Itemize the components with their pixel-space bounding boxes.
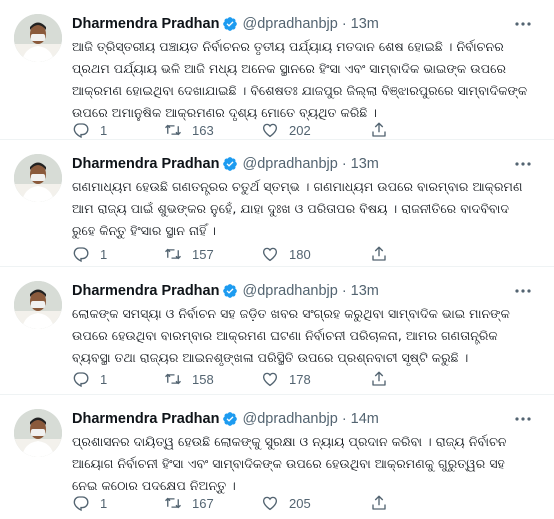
- retweet-count: 158: [192, 371, 214, 387]
- verified-badge-icon: [222, 411, 238, 427]
- retweet-count: 157: [192, 246, 214, 262]
- separator-dot: ·: [341, 156, 347, 172]
- more-options-icon[interactable]: [514, 412, 532, 426]
- reply-icon: [73, 496, 89, 512]
- share-button[interactable]: [370, 244, 388, 264]
- verified-badge-icon: [222, 156, 238, 172]
- retweet-button[interactable]: 163: [164, 120, 214, 140]
- reply-count: 1: [100, 122, 108, 138]
- author-handle[interactable]: @dpradhanbjp: [242, 156, 337, 172]
- tweet-actions: 1 157 180: [72, 244, 492, 264]
- like-icon: [262, 372, 278, 387]
- retweet-icon: [165, 124, 181, 136]
- reply-button[interactable]: 1: [72, 369, 107, 389]
- retweet-button[interactable]: 167: [164, 493, 214, 513]
- author-name[interactable]: Dharmendra Pradhan: [72, 411, 219, 427]
- reply-count: 1: [100, 495, 108, 511]
- avatar[interactable]: [14, 154, 62, 202]
- timestamp[interactable]: 13m: [351, 156, 379, 172]
- tweet-text: ପ୍ରଶାସନର ଦାୟିତ୍ୱ ହେଉଛି ଲୋକଙ୍କୁ ସୁରକ୍ଷା ଓ…: [72, 434, 507, 493]
- tweet[interactable]: Dharmendra Pradhan @dpradhanbjp · 13m ଆଜ…: [0, 0, 554, 140]
- retweet-icon: [165, 248, 181, 260]
- verified-badge-icon: [222, 283, 238, 299]
- tweet-text: ଆଜି ତ୍ରିସ୍ତରୀୟ ପଞ୍ଚାୟତ ନିର୍ବାଚନର ତୃତୀୟ ପ…: [72, 39, 528, 120]
- like-count: 178: [289, 371, 311, 387]
- avatar[interactable]: [14, 14, 62, 62]
- more-options-icon[interactable]: [514, 17, 532, 31]
- timestamp[interactable]: 13m: [351, 283, 379, 299]
- retweet-button[interactable]: 158: [164, 369, 214, 389]
- share-icon: [372, 122, 386, 137]
- author-name[interactable]: Dharmendra Pradhan: [72, 156, 219, 172]
- reply-icon: [73, 247, 89, 263]
- timestamp[interactable]: 13m: [351, 16, 379, 32]
- retweet-icon: [165, 373, 181, 385]
- author-name[interactable]: Dharmendra Pradhan: [72, 16, 219, 32]
- reply-button[interactable]: 1: [72, 493, 107, 513]
- tweet[interactable]: Dharmendra Pradhan @dpradhanbjp · 13m ଲୋ…: [0, 267, 554, 395]
- avatar[interactable]: [14, 409, 62, 457]
- verified-badge-icon: [222, 16, 238, 32]
- like-icon: [262, 123, 278, 138]
- more-options-icon[interactable]: [514, 284, 532, 298]
- retweet-count: 167: [192, 495, 214, 511]
- reply-icon: [73, 372, 89, 388]
- reply-count: 1: [100, 246, 108, 262]
- author-handle[interactable]: @dpradhanbjp: [242, 283, 337, 299]
- like-count: 205: [289, 495, 311, 511]
- retweet-button[interactable]: 157: [164, 244, 214, 264]
- like-count: 180: [289, 246, 311, 262]
- tweet[interactable]: Dharmendra Pradhan @dpradhanbjp · 13m ଗଣ…: [0, 140, 554, 267]
- share-button[interactable]: [370, 493, 388, 513]
- separator-dot: ·: [341, 16, 347, 32]
- reply-count: 1: [100, 371, 108, 387]
- share-icon: [372, 495, 386, 510]
- tweet-text: ଗଣମାଧ୍ୟମ ହେଉଛି ଗଣତନ୍ତ୍ରର ଚତୁର୍ଥ ସ୍ତମ୍ଭ ।…: [72, 179, 523, 238]
- share-button[interactable]: [370, 120, 388, 140]
- tweet-feed: Dharmendra Pradhan @dpradhanbjp · 13m ଆଜ…: [0, 0, 554, 519]
- author-handle[interactable]: @dpradhanbjp: [242, 411, 337, 427]
- tweet-actions: 1 163 202: [72, 120, 492, 140]
- share-button[interactable]: [370, 369, 388, 389]
- like-button[interactable]: 205: [261, 493, 311, 513]
- separator-dot: ·: [341, 411, 347, 427]
- like-icon: [262, 496, 278, 511]
- like-button[interactable]: 180: [261, 244, 311, 264]
- like-count: 202: [289, 122, 311, 138]
- retweet-icon: [165, 497, 181, 509]
- like-button[interactable]: 178: [261, 369, 311, 389]
- tweet[interactable]: Dharmendra Pradhan @dpradhanbjp · 14m ପ୍…: [0, 395, 554, 519]
- like-button[interactable]: 202: [261, 120, 311, 140]
- reply-icon: [73, 123, 89, 139]
- timestamp[interactable]: 14m: [351, 411, 379, 427]
- share-icon: [372, 246, 386, 261]
- tweet-actions: 1 158 178: [72, 369, 492, 389]
- reply-button[interactable]: 1: [72, 244, 107, 264]
- tweet-text: ଲୋକଙ୍କ ସମସ୍ୟା ଓ ନିର୍ବାଚନ ସହ ଜଡ଼ିତ ଖବର ସଂ…: [72, 306, 510, 365]
- author-name[interactable]: Dharmendra Pradhan: [72, 283, 219, 299]
- reply-button[interactable]: 1: [72, 120, 107, 140]
- like-icon: [262, 247, 278, 262]
- tweet-actions: 1 167 205: [72, 493, 492, 513]
- separator-dot: ·: [341, 283, 347, 299]
- author-handle[interactable]: @dpradhanbjp: [242, 16, 337, 32]
- share-icon: [372, 371, 386, 386]
- avatar[interactable]: [14, 281, 62, 329]
- retweet-count: 163: [192, 122, 214, 138]
- more-options-icon[interactable]: [514, 157, 532, 171]
